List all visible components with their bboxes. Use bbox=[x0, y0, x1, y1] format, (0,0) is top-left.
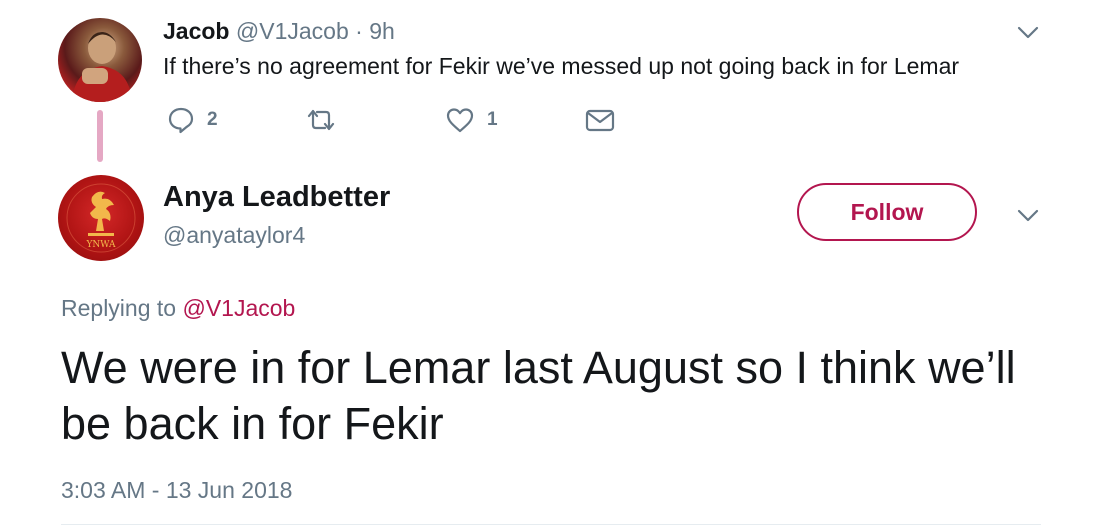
parent-handle[interactable]: @V1Jacob bbox=[236, 18, 349, 44]
replying-mention-link[interactable]: @V1Jacob bbox=[182, 295, 295, 321]
divider bbox=[61, 524, 1041, 525]
like-icon[interactable] bbox=[445, 106, 475, 134]
parent-tweet-text: If there’s no agreement for Fekir we’ve … bbox=[163, 53, 960, 79]
thread-connector bbox=[97, 110, 103, 162]
reply-display-name[interactable]: Anya Leadbetter bbox=[163, 179, 390, 215]
like-action[interactable]: 1 bbox=[445, 106, 498, 134]
reply-handle[interactable]: @anyataylor4 bbox=[163, 219, 305, 251]
replying-to-line: Replying to @V1Jacob bbox=[61, 292, 295, 324]
follow-button[interactable]: Follow bbox=[797, 183, 977, 241]
parent-time[interactable]: 9h bbox=[369, 18, 395, 44]
chevron-down-icon[interactable] bbox=[1017, 26, 1039, 40]
chevron-down-icon[interactable] bbox=[1017, 209, 1039, 223]
parent-tweet-header: Jacob @V1Jacob · 9h bbox=[163, 16, 395, 46]
avatar-jacob[interactable] bbox=[58, 18, 142, 102]
reply-tweet-text: We were in for Lemar last August so I th… bbox=[61, 342, 1016, 449]
reply-action[interactable]: 2 bbox=[167, 106, 218, 134]
like-count: 1 bbox=[487, 109, 498, 130]
replying-prefix: Replying to bbox=[61, 295, 177, 321]
separator-dot: · bbox=[355, 18, 363, 44]
reply-icon[interactable] bbox=[167, 106, 195, 134]
parent-display-name[interactable]: Jacob bbox=[163, 18, 229, 44]
retweet-icon[interactable] bbox=[303, 106, 339, 134]
direct-message-icon[interactable] bbox=[584, 106, 616, 134]
reply-timestamp[interactable]: 3:03 AM - 13 Jun 2018 bbox=[61, 474, 292, 506]
avatar-anya[interactable]: YNWA bbox=[58, 175, 144, 261]
avatar-caption: YNWA bbox=[85, 240, 116, 250]
reply-count: 2 bbox=[207, 109, 218, 130]
retweet-action[interactable] bbox=[303, 106, 351, 134]
direct-message-action[interactable] bbox=[584, 106, 616, 134]
